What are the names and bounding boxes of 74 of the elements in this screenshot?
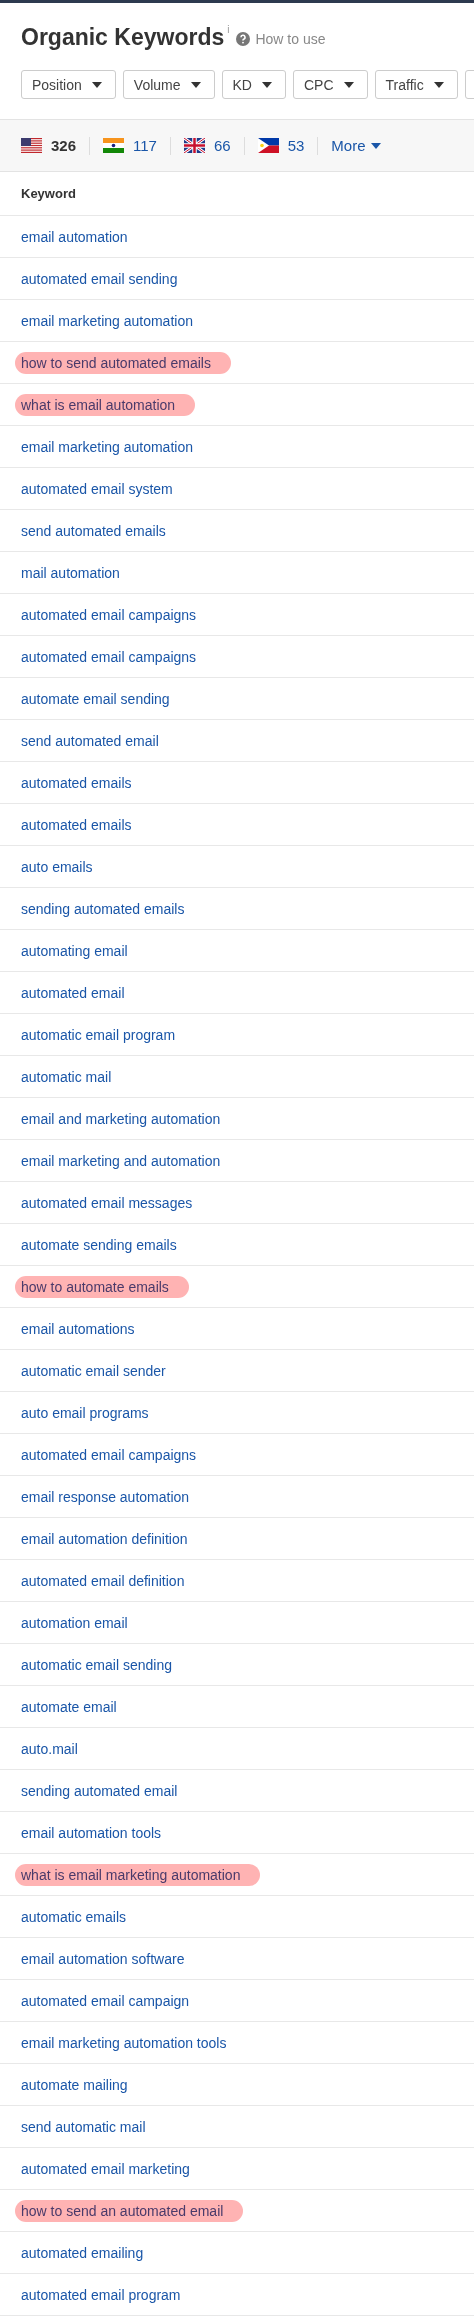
keyword-link[interactable]: how to send an automated email <box>15 2199 244 2222</box>
keyword-link[interactable]: automation email <box>15 1611 134 1634</box>
keyword-link[interactable]: automated emails <box>15 771 138 794</box>
keyword-link[interactable]: automating email <box>15 939 134 962</box>
caret-icon <box>343 81 354 88</box>
flag-icon <box>257 138 279 153</box>
keyword-link[interactable]: sending automated emails <box>15 897 191 920</box>
caret-icon <box>370 142 381 149</box>
keyword-link[interactable]: automated email campaign <box>15 1989 196 2012</box>
keyword-link[interactable]: automatic mail <box>15 1065 118 1088</box>
more-dropdown[interactable]: More <box>331 137 381 154</box>
keyword-link[interactable]: email automations <box>15 1317 141 1340</box>
caret-icon <box>261 81 272 88</box>
keyword-link[interactable]: automate sending emails <box>15 1233 183 1256</box>
keyword-link[interactable]: email automation <box>15 225 134 248</box>
keyword-link[interactable]: automatic email sending <box>15 1653 178 1676</box>
page-title: Organic Keywords <box>21 23 225 51</box>
keyword-link[interactable]: email automation tools <box>15 1821 168 1844</box>
keyword-link[interactable]: automated emailing <box>15 2241 150 2264</box>
keyword-link[interactable]: automated email campaigns <box>15 1443 203 1466</box>
keyword-link[interactable]: what is email automation <box>15 393 196 416</box>
keyword-link[interactable]: automated email system <box>15 477 179 500</box>
keyword-link[interactable]: what is email marketing automation <box>15 1863 261 1886</box>
column-header: Keyword <box>21 186 76 201</box>
keyword-link[interactable]: email marketing automation tools <box>15 2031 233 2054</box>
keyword-link[interactable]: automated email campaigns <box>15 603 203 626</box>
caret-icon <box>433 81 444 88</box>
keyword-link[interactable]: automated email marketing <box>15 2157 196 2180</box>
keyword-link[interactable]: how to automate emails <box>15 1275 189 1298</box>
filter-dropdown[interactable]: Position <box>21 70 116 99</box>
keyword-link[interactable]: automated emails <box>15 813 138 836</box>
keyword-link[interactable]: email response automation <box>15 1485 196 1508</box>
keyword-link[interactable]: sending automated email <box>15 1779 184 1802</box>
keyword-link[interactable]: email automation definition <box>15 1527 194 1550</box>
keyword-link[interactable]: automated email definition <box>15 1569 191 1592</box>
caret-icon <box>91 81 102 88</box>
keyword-link[interactable]: auto emails <box>15 855 99 878</box>
keyword-link[interactable]: auto email programs <box>15 1401 155 1424</box>
flag-icon <box>21 138 42 153</box>
keyword-link[interactable]: automated email <box>15 981 131 1004</box>
filter-dropdown[interactable]: Traffic <box>374 70 458 99</box>
how-to-use-link[interactable]: How to use <box>255 31 326 47</box>
keyword-link[interactable]: send automated emails <box>15 519 172 542</box>
keyword-link[interactable]: send automatic mail <box>15 2115 152 2138</box>
keyword-link[interactable]: email marketing automation <box>15 309 199 332</box>
flag-icon <box>183 138 205 153</box>
country-count[interactable]: 117 <box>133 137 157 154</box>
filter-dropdown[interactable]: CPC <box>292 70 368 99</box>
keyword-link[interactable]: automated email sending <box>15 267 184 290</box>
country-count[interactable]: 53 <box>287 137 305 154</box>
country-count[interactable]: 66 <box>213 137 231 154</box>
caret-icon <box>190 81 201 88</box>
keyword-link[interactable]: automatic email sender <box>15 1359 172 1382</box>
keyword-link[interactable]: automate email <box>15 1695 123 1718</box>
keyword-link[interactable]: auto.mail <box>15 1737 84 1760</box>
keyword-link[interactable]: automate mailing <box>15 2073 134 2096</box>
filter-dropdown[interactable]: KD <box>221 70 286 99</box>
keyword-link[interactable]: automatic emails <box>15 1905 133 1928</box>
filter-dropdown[interactable]: Volume <box>122 70 215 99</box>
keyword-link[interactable]: automate email sending <box>15 687 176 710</box>
keyword-link[interactable]: email marketing and automation <box>15 1149 227 1172</box>
keyword-link[interactable]: automated email messages <box>15 1191 199 1214</box>
keyword-link[interactable]: send automated email <box>15 729 165 752</box>
keyword-link[interactable]: mail automation <box>15 561 126 584</box>
keyword-link[interactable]: how to send automated emails <box>15 351 231 374</box>
keyword-link[interactable]: automated email program <box>15 2283 187 2306</box>
keyword-link[interactable]: automated email campaigns <box>15 645 203 668</box>
keyword-link[interactable]: email marketing automation <box>15 435 199 458</box>
flag-icon <box>103 138 125 153</box>
country-count[interactable]: 326 <box>51 137 77 154</box>
keyword-link[interactable]: email and marketing automation <box>15 1107 227 1130</box>
help-icon <box>236 32 251 46</box>
keyword-link[interactable]: email automation software <box>15 1947 191 1970</box>
keyword-link[interactable]: automatic email program <box>15 1023 182 1046</box>
